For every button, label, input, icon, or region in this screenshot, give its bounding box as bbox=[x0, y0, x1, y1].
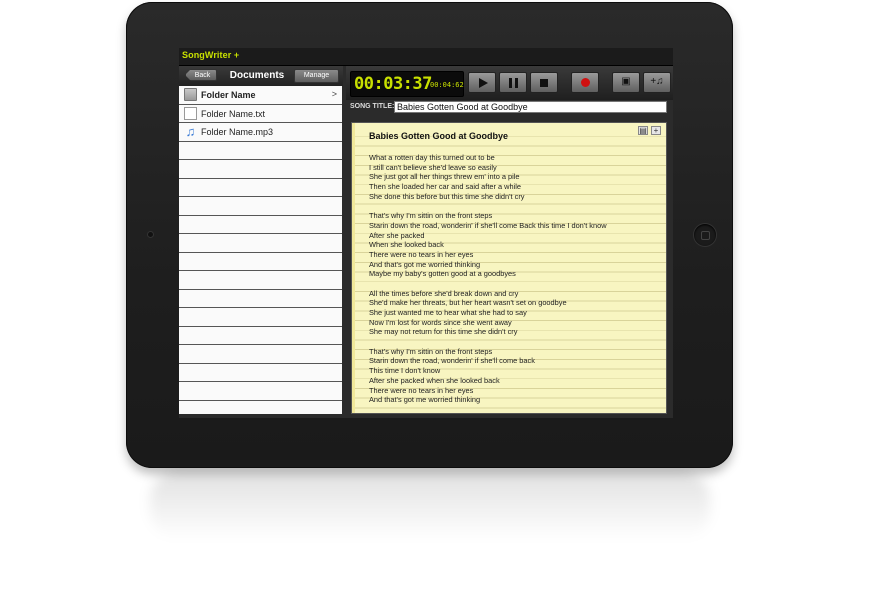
lyric-line: She may not return for this time she did… bbox=[369, 327, 518, 337]
folder-icon bbox=[184, 88, 197, 101]
list-item-text-file[interactable]: Folder Name.txt bbox=[179, 104, 342, 123]
add-icon[interactable]: + bbox=[651, 126, 661, 135]
pad-margin bbox=[352, 123, 355, 413]
song-title-row: SONG TITLE: Babies Gotten Good at Goodby… bbox=[346, 100, 673, 116]
lyric-line bbox=[369, 337, 659, 347]
manage-button[interactable]: Manage bbox=[294, 69, 339, 83]
stop-icon bbox=[540, 79, 548, 87]
lyric-line bbox=[369, 279, 659, 289]
app-screen: SongWriter + Back Documents Manage Folde… bbox=[179, 48, 673, 418]
chevron-right-icon: > bbox=[331, 89, 337, 99]
file-list: Folder Name > Folder Name.txt ♫ Folder N… bbox=[179, 86, 342, 414]
lyric-line: Now I'm lost for words since she went aw… bbox=[369, 317, 512, 327]
lyric-line: That's why I'm sittin on the front steps bbox=[369, 346, 493, 356]
notes-icon[interactable]: ▤ bbox=[638, 126, 648, 135]
lyrics-notepad[interactable]: ▤ + Babies Gotten Good at Goodbye What a… bbox=[351, 122, 667, 414]
list-item-empty bbox=[179, 363, 342, 382]
documents-header: Back Documents Manage bbox=[179, 66, 343, 86]
list-item-empty bbox=[179, 252, 342, 271]
record-icon bbox=[581, 78, 590, 87]
lyric-line bbox=[369, 201, 659, 211]
list-item-empty bbox=[179, 215, 342, 234]
list-item-empty bbox=[179, 197, 342, 216]
lyric-line: And that's got me worried thinking bbox=[369, 395, 481, 405]
transport-bar: 00:03:37 00:04:62 ▣ +♫ bbox=[346, 66, 673, 100]
lyric-line: She just wanted me to hear what she had … bbox=[369, 308, 527, 317]
add-music-icon: +♫ bbox=[650, 76, 664, 87]
lyric-line: She done this before but this time she d… bbox=[369, 191, 525, 201]
sub-time: 00:04:62 bbox=[430, 81, 464, 89]
lyric-line: That's why I'm sittin on the front steps bbox=[369, 211, 493, 221]
time-display: 00:03:37 00:04:62 bbox=[350, 71, 464, 97]
list-item-label: Folder Name.mp3 bbox=[201, 127, 274, 137]
list-item-folder[interactable]: Folder Name > bbox=[179, 86, 342, 105]
list-item-empty bbox=[179, 271, 342, 290]
lyric-line: I still can't believe she'd leave so eas… bbox=[369, 162, 497, 172]
play-button[interactable] bbox=[468, 72, 496, 93]
lyric-line: There were no tears in her eyes bbox=[369, 249, 474, 259]
home-button[interactable] bbox=[694, 224, 716, 246]
lyric-line: After she packed when she looked back bbox=[369, 375, 500, 385]
song-title-input[interactable]: Babies Gotten Good at Goodbye bbox=[394, 101, 667, 113]
lyric-line: And that's got me worried thinking bbox=[369, 259, 481, 269]
lyric-line: She'd make her threats, but her heart wa… bbox=[369, 298, 567, 308]
pause-icon bbox=[509, 78, 518, 88]
documents-title: Documents bbox=[229, 70, 285, 81]
list-item-label: Folder Name.txt bbox=[201, 108, 266, 119]
lyric-line: Starin down the road, wonderin' if she'l… bbox=[369, 220, 607, 230]
back-button[interactable]: Back bbox=[185, 69, 217, 81]
lyric-line: What a rotten day this turned out to be bbox=[369, 153, 495, 162]
save-icon: ▣ bbox=[621, 76, 631, 87]
list-item-empty bbox=[179, 234, 342, 253]
add-music-button[interactable]: +♫ bbox=[643, 72, 671, 93]
list-item-empty bbox=[179, 178, 342, 197]
lyric-line: There were no tears in her eyes bbox=[369, 385, 474, 395]
list-item-empty bbox=[179, 289, 342, 308]
lyric-line: When she looked back bbox=[369, 240, 444, 250]
title-bar: SongWriter + bbox=[179, 48, 673, 66]
lyric-line: After she packed bbox=[369, 230, 425, 240]
save-button[interactable]: ▣ bbox=[612, 72, 640, 93]
list-item-empty bbox=[179, 382, 342, 401]
record-button[interactable] bbox=[571, 72, 599, 93]
list-item-empty bbox=[179, 400, 342, 414]
pause-button[interactable] bbox=[499, 72, 527, 93]
lyric-line: All the times before she'd break down an… bbox=[369, 288, 519, 298]
lyric-line: Maybe my baby's gotten good at a goodbye… bbox=[369, 269, 516, 279]
stop-button[interactable] bbox=[530, 72, 558, 93]
list-item-empty bbox=[179, 345, 342, 364]
list-item-label: Folder Name bbox=[201, 90, 256, 100]
play-icon bbox=[479, 78, 488, 88]
lyric-line: Then she loaded her car and said after a… bbox=[369, 182, 522, 192]
music-note-icon: ♫ bbox=[185, 124, 196, 139]
list-item-empty bbox=[179, 308, 342, 327]
lyric-line: This time I don't know bbox=[369, 366, 441, 376]
lyric-line: Starin down the road, wonderin' if she'l… bbox=[369, 356, 535, 366]
camera bbox=[148, 232, 153, 237]
app-title: SongWriter + bbox=[182, 50, 240, 60]
home-button-icon bbox=[701, 231, 710, 240]
lyrics-body: What a rotten day this turned out to be I… bbox=[369, 153, 659, 405]
lyrics-title: Babies Gotten Good at Goodbye bbox=[369, 131, 509, 141]
device-shadow bbox=[150, 470, 710, 540]
lyric-line: She just got all her things threw em' in… bbox=[369, 172, 520, 182]
list-item-empty bbox=[179, 160, 342, 179]
list-item-empty bbox=[179, 326, 342, 345]
elapsed-time: 00:03:37 bbox=[354, 74, 432, 94]
list-item-audio-file[interactable]: ♫ Folder Name.mp3 bbox=[179, 123, 342, 142]
song-title-label: SONG TITLE: bbox=[350, 103, 395, 110]
text-file-icon bbox=[184, 106, 197, 120]
list-item-empty bbox=[179, 141, 342, 160]
